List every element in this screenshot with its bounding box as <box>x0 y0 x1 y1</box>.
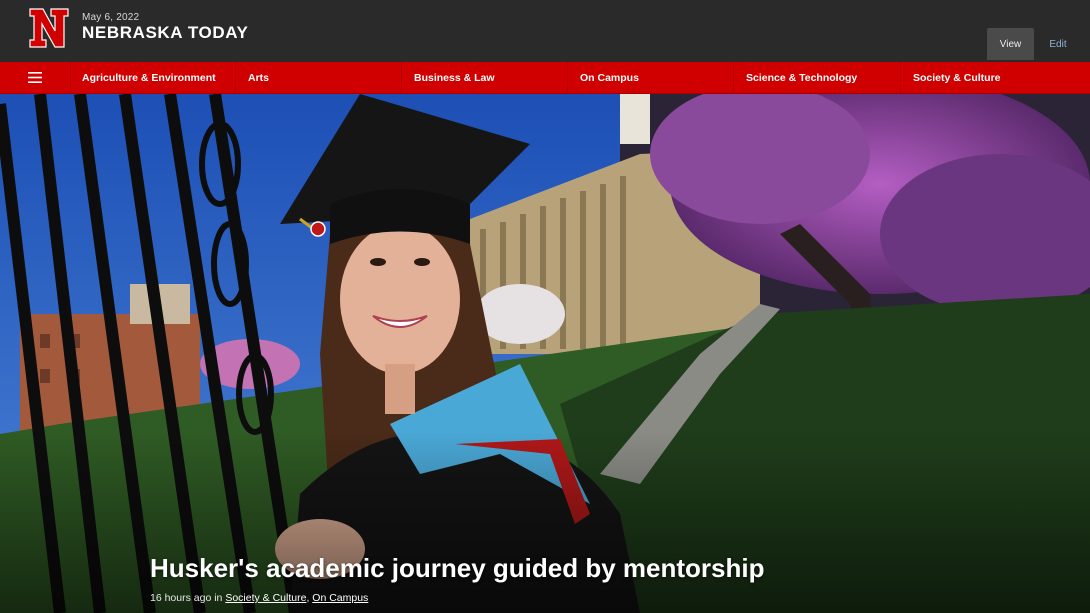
article-meta: 16 hours ago in Society & Culture, On Ca… <box>150 592 368 604</box>
menu-button[interactable] <box>0 62 71 93</box>
category-link-society-culture[interactable]: Society & Culture <box>225 592 306 604</box>
hero-image[interactable] <box>0 94 1090 613</box>
hero-photo <box>0 94 1090 613</box>
category-nav: Agriculture & Environment Arts Business … <box>0 62 1090 94</box>
category-separator: , <box>306 592 310 604</box>
nav-item-business-law[interactable]: Business & Law <box>402 62 568 93</box>
hamburger-icon <box>28 72 42 83</box>
category-link-on-campus[interactable]: On Campus <box>312 592 368 604</box>
edit-tab[interactable]: Edit <box>1040 28 1076 60</box>
article-headline[interactable]: Husker's academic journey guided by ment… <box>150 553 764 584</box>
nebraska-n-logo[interactable] <box>28 7 70 49</box>
nav-item-agriculture-environment[interactable]: Agriculture & Environment <box>70 62 236 93</box>
site-header: May 6, 2022 NEBRASKA TODAY View Edit <box>0 0 1090 62</box>
nav-item-arts[interactable]: Arts <box>236 62 402 93</box>
nav-item-society-culture[interactable]: Society & Culture <box>901 62 1090 93</box>
header-date: May 6, 2022 <box>82 12 140 23</box>
view-tab[interactable]: View <box>987 28 1034 60</box>
nav-item-science-technology[interactable]: Science & Technology <box>734 62 901 93</box>
nav-item-on-campus[interactable]: On Campus <box>568 62 734 93</box>
site-title[interactable]: NEBRASKA TODAY <box>82 23 248 43</box>
posted-time: 16 hours ago in <box>150 592 223 604</box>
